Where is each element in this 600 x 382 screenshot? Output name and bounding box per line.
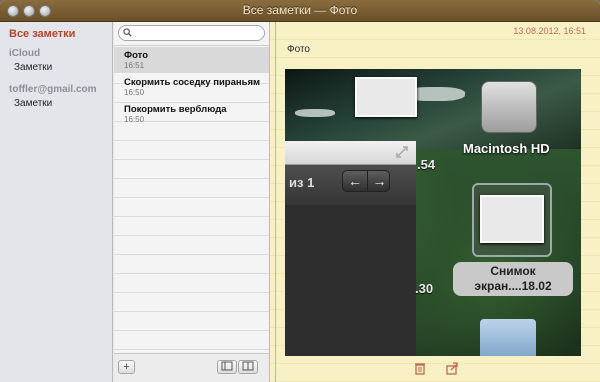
image-selection-box	[472, 183, 552, 257]
notes-list-pane: Фото 16:51 Скормить соседку пираньям 16:…	[114, 22, 269, 382]
note-editor[interactable]: 13.08.2012, 16:51 Фото из 1 ← → .54 .30 …	[269, 22, 600, 382]
sidebar-group-gmail: toffler@gmail.com	[9, 84, 97, 95]
arrow-right-icon: →	[367, 171, 391, 191]
note-title: Фото	[124, 50, 149, 61]
sidebar-item-gmail-notes[interactable]: Заметки	[14, 98, 52, 109]
image-snapshot-label: Снимок экран....18.02	[453, 262, 573, 296]
note-time: 16:50	[124, 88, 145, 97]
list-item[interactable]: Покормить верблюда 16:50	[114, 101, 269, 127]
image-snow	[295, 109, 335, 117]
note-heading: Фото	[287, 44, 310, 55]
notes-window: Все заметки — Фото Все заметки iCloud За…	[0, 0, 600, 382]
image-dialog-bar: из 1 ← →	[285, 165, 416, 205]
folder-icon	[480, 319, 536, 356]
multi-pane-icon	[242, 361, 254, 371]
image-number-text: .54	[417, 157, 436, 172]
note-title: Скормить соседку пираньям	[124, 77, 261, 88]
image-disk-label: Macintosh HD	[463, 141, 550, 156]
search-icon	[123, 28, 132, 37]
list-item[interactable]: Скормить соседку пираньям 16:50	[114, 74, 269, 100]
sidebar-item-icloud-notes[interactable]: Заметки	[14, 62, 52, 73]
window-title: Все заметки — Фото	[242, 3, 358, 17]
image-thumbnail	[480, 195, 544, 243]
image-nav-text: из 1	[289, 175, 315, 190]
hard-drive-icon	[481, 81, 537, 133]
note-date: 13.08.2012, 16:51	[513, 26, 586, 36]
sidebar-item-all-notes[interactable]: Все заметки	[9, 28, 75, 40]
image-nav-buttons: ← →	[342, 170, 390, 192]
notes-list: Фото 16:51 Скормить соседку пираньям 16:…	[114, 45, 269, 373]
trash-icon[interactable]	[413, 361, 427, 375]
note-time: 16:51	[124, 61, 145, 70]
list-item[interactable]: Фото 16:51	[114, 47, 269, 73]
image-thumbnail	[355, 77, 417, 117]
search-input[interactable]	[135, 27, 260, 39]
arrow-left-icon: ←	[348, 173, 362, 189]
sidebar-group-icloud: iCloud	[9, 48, 41, 59]
image-dialog-top	[285, 141, 416, 165]
share-icon[interactable]	[445, 361, 459, 375]
list-footer: +	[114, 353, 269, 382]
folders-sidebar: Все заметки iCloud Заметки toffler@gmail…	[0, 22, 113, 382]
image-dialog: из 1 ← →	[285, 141, 416, 356]
margin-line	[275, 22, 276, 382]
note-time: 16:50	[124, 115, 145, 124]
search-field[interactable]	[118, 25, 265, 41]
expand-icon	[396, 146, 408, 158]
title-bar[interactable]: Все заметки — Фото	[0, 0, 600, 22]
note-footer	[270, 356, 600, 382]
add-note-button[interactable]: +	[118, 360, 135, 374]
view-multi-button[interactable]	[238, 360, 258, 374]
image-snapshot-line: экран....18.02	[474, 279, 552, 293]
note-title: Покормить верблюда	[124, 104, 227, 115]
image-snapshot-line: Снимок	[490, 264, 536, 278]
single-pane-icon	[221, 361, 233, 371]
view-single-button[interactable]	[217, 360, 237, 374]
note-image[interactable]: из 1 ← → .54 .30 Macintosh HD Снимок экр…	[285, 69, 581, 356]
image-number-text: .30	[415, 281, 434, 296]
